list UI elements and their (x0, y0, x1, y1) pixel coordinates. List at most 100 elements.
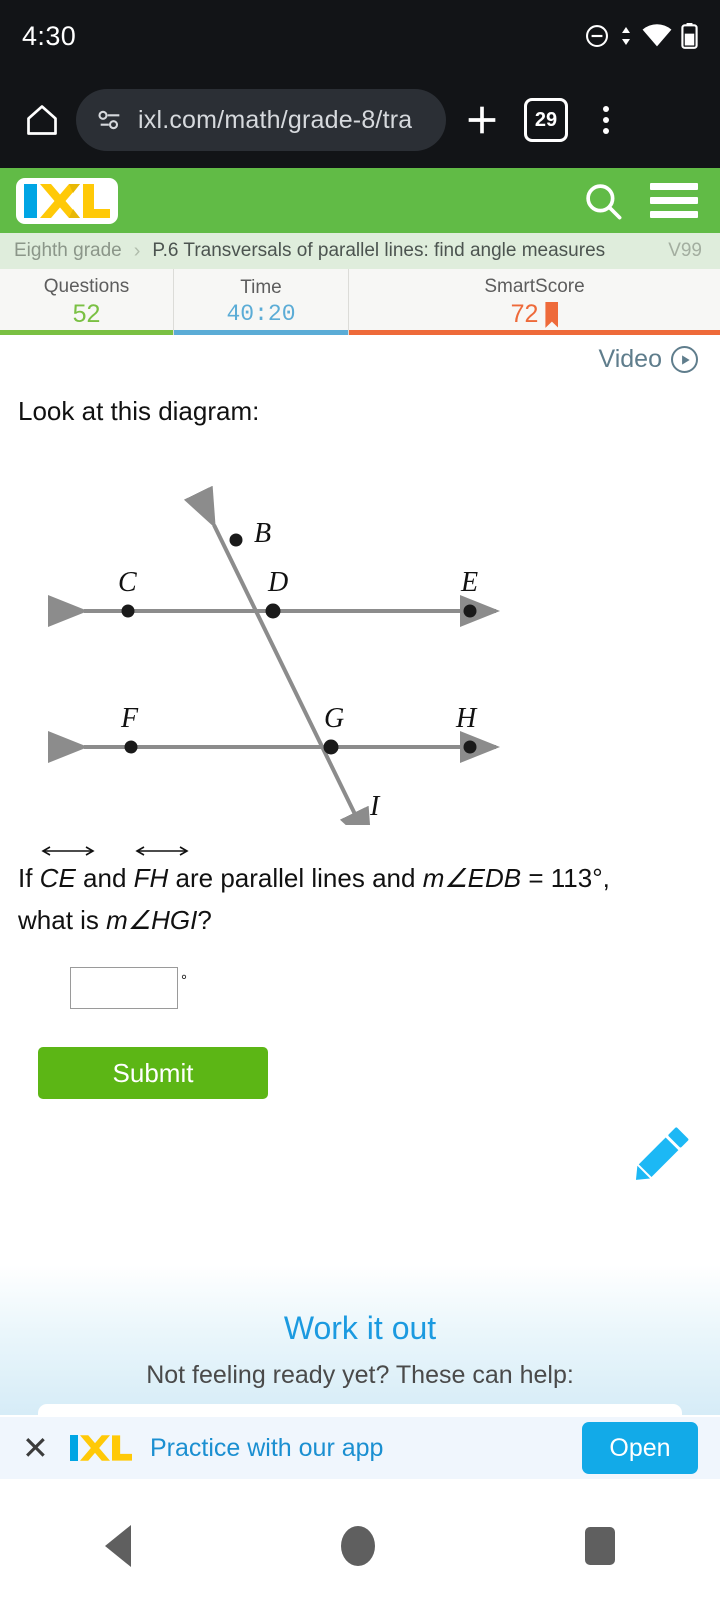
question-prompt: Look at this diagram: (18, 396, 260, 426)
work-it-out-title: Work it out (283, 1310, 437, 1346)
breadcrumb-skill: P.6 Transversals of parallel lines: find… (152, 240, 606, 261)
app-promo-banner: ✕ Practice with our app Open (0, 1417, 720, 1479)
logo-letter-l (83, 183, 110, 218)
stat-smartscore-value: 72 (510, 300, 539, 329)
ixl-logo[interactable] (16, 177, 118, 224)
tab-count: 29 (534, 108, 558, 131)
ixl-mini-logo (70, 1435, 132, 1461)
point-c (121, 604, 135, 618)
segment-ce-label: CE (39, 863, 76, 893)
question-text-part2: and (75, 863, 134, 893)
degree-symbol: ° (181, 972, 187, 990)
browser-menu-button[interactable] (582, 92, 630, 148)
point-f (124, 740, 138, 754)
search-icon[interactable] (582, 180, 624, 222)
tab-switcher-button[interactable]: 29 (524, 98, 568, 142)
geometry-diagram: B C D E F G H I (18, 435, 702, 849)
point-g (323, 739, 339, 755)
stat-time-label: Time (240, 276, 282, 298)
stat-smartscore[interactable]: SmartScore 72 (349, 269, 720, 335)
hamburger-icon[interactable] (650, 183, 698, 218)
close-icon[interactable]: ✕ (22, 1432, 52, 1464)
point-h (463, 740, 477, 754)
label-c: C (118, 567, 137, 598)
point-e (463, 604, 477, 618)
question-text-part3: are parallel lines and (168, 863, 423, 893)
label-i: I (369, 791, 381, 822)
home-circle-icon[interactable] (341, 1526, 375, 1566)
practice-stats-bar: Questions 52 Time 40:20 SmartScore 72 (0, 269, 720, 335)
new-tab-button[interactable] (454, 92, 510, 148)
work-it-out-subtitle: Not feeling ready yet? These can help: (146, 1361, 574, 1389)
label-h: H (455, 703, 478, 734)
more-vertical-icon (603, 106, 609, 112)
header-actions (582, 180, 704, 222)
transversal-parallel-lines-svg: B C D E F G H I (48, 485, 500, 849)
video-row: Video (0, 335, 720, 374)
work-it-out-section: Work it out Not feeling ready yet? These… (0, 1265, 720, 1415)
double-arrow-overbar-icon (41, 846, 95, 856)
stat-smartscore-value-wrap: 72 (511, 299, 559, 330)
android-status-bar: 4:30 (0, 0, 720, 72)
home-button[interactable] (16, 94, 68, 146)
answer-row: ° (18, 967, 702, 1010)
chevron-right-icon: › (133, 239, 141, 262)
stat-time-underline (174, 330, 348, 335)
open-app-button[interactable]: Open (582, 1422, 698, 1474)
question-mark: ? (197, 904, 212, 935)
label-g: G (324, 703, 344, 734)
browser-toolbar: ixl.com/math/grade-8/tra 29 (0, 72, 720, 168)
submit-button[interactable]: Submit (38, 1047, 268, 1100)
logo-letter-i (24, 183, 37, 218)
label-e: E (460, 567, 478, 598)
bookmark-icon (545, 301, 559, 328)
home-icon (27, 105, 57, 135)
battery-icon (681, 23, 698, 49)
play-circle-icon (671, 346, 698, 373)
hamburger-bar (650, 211, 698, 218)
stat-questions[interactable]: Questions 52 (0, 269, 174, 335)
angle-value: 113°, (550, 863, 610, 893)
mini-logo-letter-l (112, 1435, 132, 1461)
answer-input[interactable] (70, 967, 178, 1010)
stat-smartscore-label: SmartScore (484, 275, 585, 297)
transversal-line (183, 485, 372, 849)
more-vertical-icon (603, 117, 609, 123)
breadcrumb-skill-code: V99 (668, 240, 702, 261)
address-bar[interactable]: ixl.com/math/grade-8/tra (76, 89, 446, 151)
data-transfer-icon (622, 27, 630, 45)
angle-measure-hgi: m∠HGI (106, 904, 198, 935)
question-text: If CE and FH are parallel lines and m∠ED… (18, 846, 702, 941)
video-link[interactable]: Video (598, 345, 698, 374)
stat-smartscore-underline (349, 330, 720, 335)
video-label: Video (598, 345, 663, 373)
android-navigation-bar (0, 1480, 720, 1612)
do-not-disturb-icon (586, 25, 608, 47)
label-b: B (254, 518, 271, 549)
status-icon-group (584, 23, 698, 49)
recents-square-icon[interactable] (585, 1527, 615, 1565)
scratchpad-pencil-button[interactable] (622, 1115, 698, 1196)
stat-time[interactable]: Time 40:20 (174, 269, 349, 335)
stat-time-value: 40:20 (226, 301, 296, 328)
url-text: ixl.com/math/grade-8/tra (138, 105, 413, 134)
back-triangle-icon[interactable] (105, 1525, 131, 1567)
logo-letter-x (40, 183, 80, 218)
mini-logo-letter-x (80, 1435, 110, 1461)
label-d: D (267, 567, 288, 598)
double-arrow-overbar-icon (135, 846, 189, 856)
angle-measure-edb: m∠EDB (422, 863, 522, 893)
more-vertical-icon (603, 128, 609, 134)
question-text-part4: what is (18, 904, 107, 935)
breadcrumb-grade[interactable]: Eighth grade (14, 240, 122, 262)
point-d (265, 603, 281, 619)
app-promo-text: Practice with our app (150, 1433, 384, 1462)
stat-questions-value: 52 (72, 300, 101, 329)
question-body: Look at this diagram: B C D E F G H I If… (0, 396, 720, 1100)
hamburger-bar (650, 183, 698, 190)
site-settings-icon (98, 110, 120, 130)
stat-questions-underline (0, 330, 173, 335)
segment-fh-label: FH (133, 863, 169, 893)
segment-fh: FH (133, 846, 189, 900)
equals-sign: = (521, 863, 551, 893)
